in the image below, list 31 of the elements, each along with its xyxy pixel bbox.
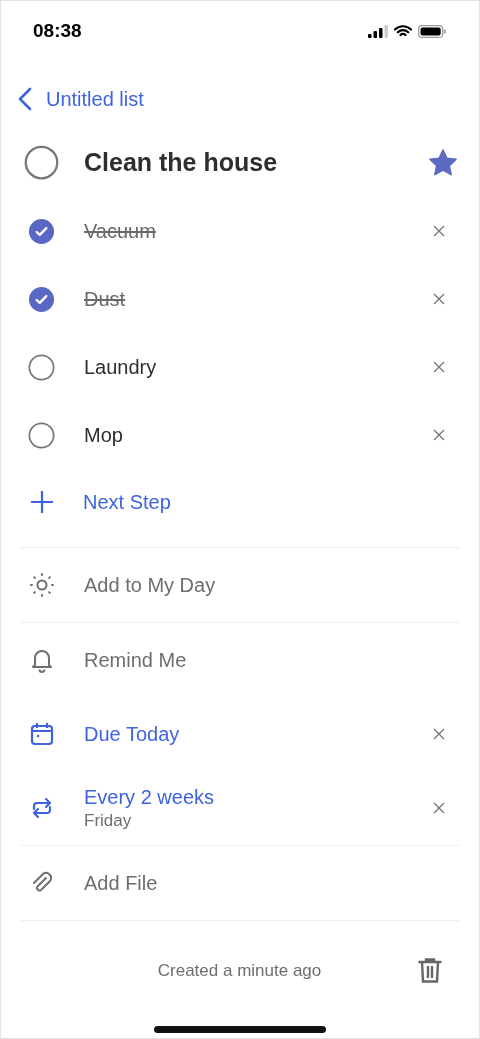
empty-circle[interactable]: [24, 144, 59, 180]
option-button[interactable]: Add to My Day: [84, 573, 449, 597]
calendar-icon: [29, 721, 55, 747]
step-label: Dust: [84, 287, 127, 311]
sun-icon: [29, 572, 55, 598]
option-label[interactable]: Every 2 weeks: [84, 785, 400, 809]
wifi-icon: [394, 24, 412, 38]
delete-button[interactable]: [418, 958, 442, 984]
created-time: Created a minute ago: [156, 961, 323, 981]
status-time: 08:38: [33, 20, 82, 42]
step-label: Vacuum: [84, 219, 157, 243]
plus-icon: [30, 490, 54, 514]
next-step-button[interactable]: Next Step: [30, 490, 171, 514]
option-button[interactable]: Due Today: [84, 722, 400, 746]
back-chevron-icon: [18, 87, 32, 111]
back-button[interactable]: Untitled list: [18, 87, 144, 111]
option-button[interactable]: Add File: [84, 871, 449, 895]
option-button[interactable]: Remind Me: [84, 648, 449, 672]
checked-circle[interactable]: [28, 217, 55, 245]
trash-icon: [418, 958, 442, 984]
star-icon[interactable]: [429, 148, 457, 176]
step-label: Mop: [84, 423, 124, 447]
option-detail: Friday: [84, 810, 133, 831]
empty-circle[interactable]: [28, 353, 55, 381]
signal-icon: [368, 24, 388, 38]
bell-icon: [29, 647, 55, 673]
checked-circle[interactable]: [28, 285, 55, 313]
task-title: Clean the house: [84, 147, 279, 177]
battery-icon: [418, 24, 446, 38]
step-label: Laundry: [84, 355, 158, 379]
empty-circle[interactable]: [28, 421, 55, 449]
